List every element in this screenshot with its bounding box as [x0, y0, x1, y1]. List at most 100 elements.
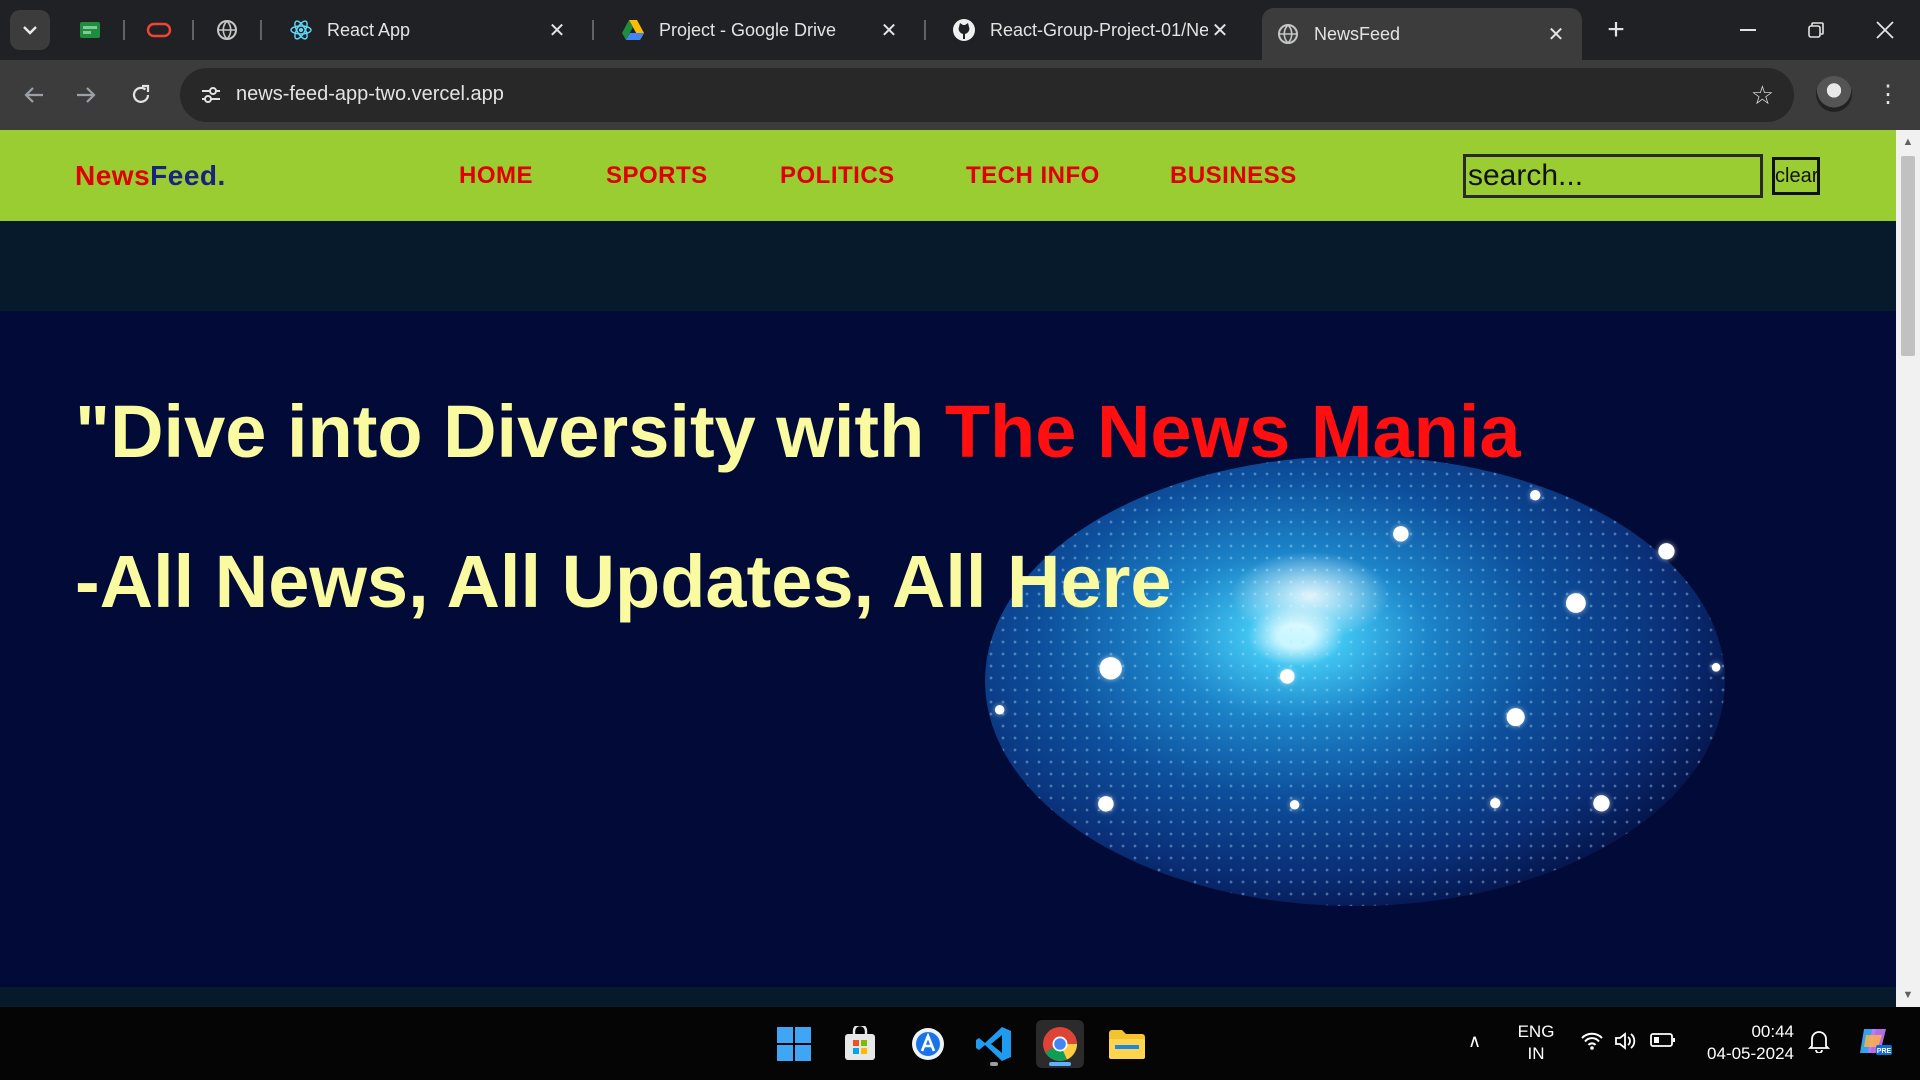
tab-separator	[123, 20, 125, 40]
vscode-icon	[976, 1027, 1011, 1061]
close-icon[interactable]: ✕	[545, 18, 569, 42]
person-icon: ●	[1562, 574, 1590, 626]
page-scrollbar[interactable]: ▲ ▼	[1896, 130, 1920, 1007]
notification-bell-icon[interactable]	[1807, 1029, 1831, 1059]
person-icon: ●	[1277, 656, 1298, 694]
globe-glow	[1230, 551, 1390, 641]
brand-part-1: News	[75, 160, 151, 191]
tab-google-drive[interactable]: Project - Google Drive ✕	[607, 8, 915, 52]
battery-icon[interactable]	[1650, 1031, 1676, 1054]
scroll-thumb[interactable]	[1901, 156, 1915, 356]
hero-headline-accent: The News Mania	[944, 390, 1521, 473]
browser-toolbar: news-feed-app-two.vercel.app ☆ ⋮	[0, 60, 1920, 130]
new-tab-button[interactable]: +	[1600, 12, 1632, 48]
person-icon: ●	[993, 696, 1007, 721]
pinned-tab-3[interactable]	[211, 14, 243, 46]
close-icon[interactable]: ✕	[877, 18, 901, 42]
clear-button[interactable]: clear	[1772, 157, 1820, 195]
scroll-up-arrow-icon[interactable]: ▲	[1902, 136, 1914, 148]
site-navbar: NewsFeed. HOME SPORTS POLITICS TECH INFO…	[0, 130, 1896, 221]
forward-button[interactable]	[66, 75, 106, 115]
nav-tech-info[interactable]: TECH INFO	[966, 162, 1100, 190]
taskbar-vscode[interactable]	[970, 1020, 1018, 1068]
taskbar-file-explorer[interactable]	[1103, 1020, 1151, 1068]
reload-button[interactable]	[121, 75, 161, 115]
tune-icon	[202, 87, 220, 103]
volume-icon[interactable]	[1614, 1031, 1638, 1057]
running-indicator	[990, 1062, 998, 1066]
app-icon	[80, 22, 100, 38]
plus-icon: +	[1607, 13, 1625, 46]
taskbar-chrome[interactable]	[1036, 1020, 1084, 1068]
chevron-down-icon	[23, 26, 37, 35]
wifi-icon[interactable]	[1580, 1031, 1604, 1057]
person-icon: ●	[1655, 529, 1678, 571]
more-vertical-icon: ⋮	[1876, 80, 1900, 108]
section-divider	[0, 987, 1896, 1007]
tab-separator	[260, 20, 262, 40]
address-bar[interactable]: news-feed-app-two.vercel.app ☆	[180, 68, 1794, 122]
tab-react-app[interactable]: React App ✕	[275, 8, 583, 52]
site-logo[interactable]: NewsFeed.	[75, 160, 226, 192]
person-icon: ●	[1503, 691, 1529, 738]
tab-title: React-Group-Project-01/NewsFeed	[990, 19, 1208, 40]
globe-icon	[1276, 22, 1300, 46]
close-window-button[interactable]	[1861, 10, 1909, 50]
pinned-tab-2[interactable]	[143, 14, 175, 46]
hero-headline-line-1: "Dive into Diversity with The News Mania	[75, 389, 1521, 474]
person-icon: ●	[1390, 511, 1412, 552]
person-icon: ●	[1528, 481, 1543, 508]
page-viewport: NewsFeed. HOME SPORTS POLITICS TECH INFO…	[0, 130, 1896, 1007]
windows-taskbar: ∧ ENG IN 00:44 04-05-2024 PRE	[0, 1007, 1920, 1080]
nav-business[interactable]: BUSINESS	[1170, 162, 1297, 190]
tab-separator	[192, 20, 194, 40]
tab-strip: React App ✕ Project - Google Drive ✕ Rea…	[0, 0, 1920, 60]
person-icon: ●	[1095, 781, 1117, 822]
spacer-band	[0, 221, 1896, 311]
taskbar-store[interactable]	[836, 1020, 884, 1068]
person-icon: ●	[1288, 791, 1302, 816]
nav-home[interactable]: HOME	[459, 162, 533, 190]
pinned-tab-1[interactable]	[74, 14, 106, 46]
minimize-button[interactable]	[1724, 10, 1772, 50]
copilot-icon[interactable]: PRE	[1856, 1025, 1892, 1063]
tab-title: NewsFeed	[1314, 23, 1401, 44]
tab-github[interactable]: React-Group-Project-01/NewsFeed ✕	[938, 8, 1246, 52]
start-button[interactable]	[770, 1020, 818, 1068]
profile-avatar[interactable]	[1816, 76, 1852, 112]
restore-button[interactable]	[1792, 10, 1840, 50]
language-indicator[interactable]: ENG IN	[1514, 1021, 1558, 1065]
taskbar-app-a[interactable]	[904, 1020, 952, 1068]
reload-icon	[132, 84, 150, 103]
arrow-right-icon	[77, 87, 96, 103]
close-icon[interactable]: ✕	[1544, 22, 1568, 46]
clock-time: 00:44	[1751, 1022, 1794, 1041]
person-icon: ●	[1710, 656, 1723, 678]
chrome-icon	[1043, 1027, 1077, 1061]
nav-politics[interactable]: POLITICS	[780, 162, 895, 190]
close-icon[interactable]: ✕	[1208, 18, 1232, 42]
tab-newsfeed[interactable]: NewsFeed ✕	[1262, 8, 1582, 60]
windows-logo-icon	[777, 1027, 811, 1061]
person-icon: ●	[1488, 789, 1503, 816]
hero-headline-prefix: "Dive into Diversity with	[75, 390, 945, 473]
nav-sports[interactable]: SPORTS	[606, 162, 708, 190]
tab-search-button[interactable]	[10, 10, 50, 50]
clock[interactable]: 00:44 04-05-2024	[1694, 1021, 1794, 1065]
store-icon	[845, 1026, 875, 1060]
back-button[interactable]	[14, 75, 54, 115]
browser-menu-button[interactable]: ⋮	[1870, 76, 1906, 112]
globe-icon	[217, 20, 237, 40]
running-indicator	[1049, 1062, 1071, 1066]
app-a-icon	[912, 1028, 944, 1060]
tab-title: Project - Google Drive	[659, 19, 837, 40]
tab-separator	[924, 20, 926, 40]
site-info-button[interactable]	[192, 76, 230, 114]
bookmark-star-icon[interactable]: ☆	[1751, 80, 1774, 111]
url-text[interactable]: news-feed-app-two.vercel.app	[236, 83, 504, 106]
chevron-up-icon[interactable]: ∧	[1468, 1031, 1481, 1052]
search-input[interactable]	[1463, 154, 1763, 198]
oval-icon	[146, 22, 172, 38]
person-icon: ●	[1095, 637, 1127, 695]
scroll-down-arrow-icon[interactable]: ▼	[1902, 989, 1914, 1001]
